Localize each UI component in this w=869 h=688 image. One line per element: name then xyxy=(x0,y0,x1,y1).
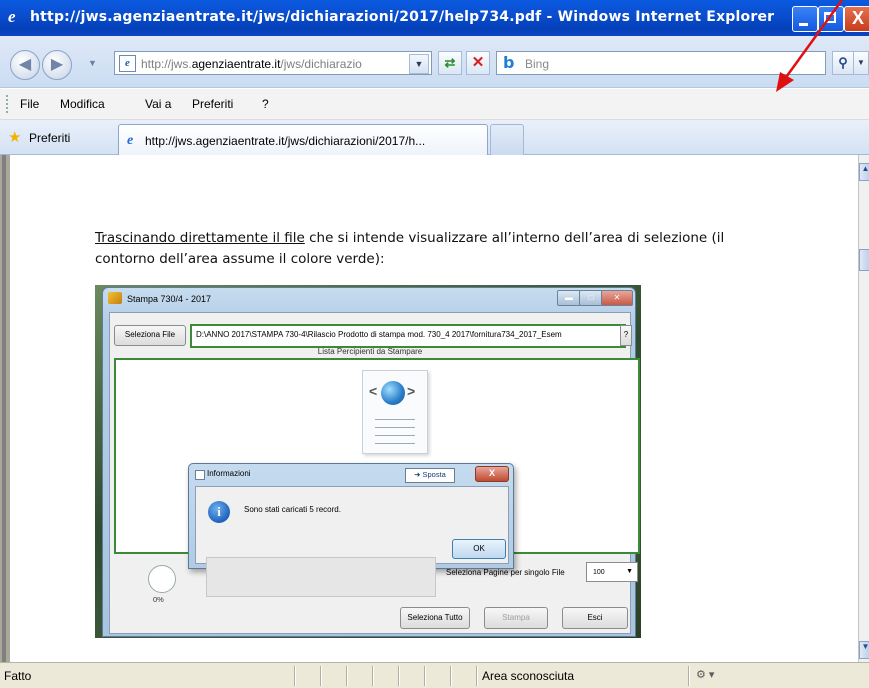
menu-preferiti[interactable]: Preferiti xyxy=(192,97,233,111)
search-options-button[interactable]: ▼ xyxy=(853,51,869,75)
close-icon: X xyxy=(852,8,865,28)
search-box[interactable]: b Bing xyxy=(496,51,826,75)
globe-icon xyxy=(381,381,405,405)
refresh-icon: ⇄ xyxy=(444,55,456,70)
paragraph-underlined: Trascinando direttamente il file xyxy=(95,230,305,246)
menu-help[interactable]: ? xyxy=(262,97,269,111)
dialog-close-button: X xyxy=(475,466,509,482)
pages-select: 100 ▼ xyxy=(586,562,638,582)
back-icon: ◀ xyxy=(18,56,32,73)
forward-icon: ▶ xyxy=(50,56,64,73)
dialog-title: Informazioni xyxy=(207,469,251,478)
new-tab-button[interactable] xyxy=(490,124,524,155)
menu-modifica[interactable]: Modifica xyxy=(60,97,105,111)
embedded-minimize-button: ▬ xyxy=(557,290,581,306)
select-all-button: Seleziona Tutto xyxy=(400,607,470,629)
pages-value: 100 xyxy=(593,569,605,576)
forward-button[interactable]: ▶ xyxy=(42,50,72,80)
move-button: ➜ Sposta xyxy=(405,468,455,483)
file-path-field: D:\ANNO 2017\STAMPA 730-4\Rilascio Prodo… xyxy=(190,324,626,348)
print-button: Stampa xyxy=(484,607,548,629)
dialog-body: i Sono stati caricati 5 record. OK xyxy=(195,486,509,564)
navigation-bar: ◀ ▶ ▼ e http://jws.agenziaentrate.it/jws… xyxy=(0,36,869,88)
embedded-window-title: Stampa 730/4 - 2017 xyxy=(127,294,212,304)
embedded-window: Stampa 730/4 - 2017 ▬ □ ✕ Seleziona File… xyxy=(102,287,640,637)
url-domain: agenziaentrate.it xyxy=(191,57,281,71)
minimize-button[interactable] xyxy=(792,6,818,32)
chevron-down-icon: ▼ xyxy=(626,568,633,575)
search-input[interactable]: Bing xyxy=(525,57,549,71)
scroll-down-button[interactable]: ▼ xyxy=(859,641,869,659)
progress-text: 0% xyxy=(153,595,164,604)
chevron-down-icon: ▼ xyxy=(857,58,865,67)
address-bar[interactable]: e http://jws.agenziaentrate.it/jws/dichi… xyxy=(114,51,432,75)
info-dialog: Informazioni ➜ Sposta X i Sono stati car… xyxy=(188,463,514,569)
ie-icon: e xyxy=(127,133,134,148)
menu-bar: File Modifica Vai a Preferiti ? xyxy=(0,89,869,120)
url-prefix: http://jws. xyxy=(141,57,192,71)
app-icon xyxy=(108,292,122,304)
web-document-icon: < > xyxy=(362,370,428,454)
pages-label: Seleziona Pagine per singolo File xyxy=(446,568,565,577)
embedded-screenshot: Stampa 730/4 - 2017 ▬ □ ✕ Seleziona File… xyxy=(95,285,641,638)
tab-label: http://jws.agenziaentrate.it/jws/dichiar… xyxy=(145,134,426,148)
embedded-maximize-button: □ xyxy=(579,290,603,306)
recent-pages-dropdown[interactable]: ▼ xyxy=(88,58,97,68)
url-path: /jws/dichiarazio xyxy=(280,57,362,71)
maximize-button[interactable] xyxy=(818,6,844,32)
address-dropdown-button[interactable]: ▼ xyxy=(409,54,429,74)
status-bar: Fatto Area sconosciuta ⚙ ▾ xyxy=(0,662,869,688)
instruction-paragraph: Trascinando direttamente il file che si … xyxy=(95,228,775,270)
refresh-button[interactable]: ⇄ xyxy=(438,51,462,75)
search-button[interactable]: ⚲ xyxy=(832,51,854,75)
menu-file[interactable]: File xyxy=(20,97,39,111)
menu-vai-a[interactable]: Vai a xyxy=(145,97,171,111)
favorites-button[interactable]: Preferiti xyxy=(29,131,70,145)
embedded-close-button: ✕ xyxy=(601,290,633,306)
security-zone: Area sconosciuta xyxy=(482,669,575,683)
info-icon: i xyxy=(208,501,230,523)
exit-button: Esci xyxy=(562,607,628,629)
star-icon: ★ xyxy=(8,129,22,146)
stop-icon: ✕ xyxy=(471,54,485,71)
embedded-window-body: Seleziona File D:\ANNO 2017\STAMPA 730-4… xyxy=(109,312,640,634)
log-area xyxy=(206,557,436,597)
zoom-button[interactable]: ⚙ ▾ xyxy=(696,668,714,681)
dialog-app-icon xyxy=(195,470,205,480)
back-button[interactable]: ◀ xyxy=(10,50,40,80)
address-input[interactable]: http://jws.agenziaentrate.it/jws/dichiar… xyxy=(141,57,395,71)
search-icon: ⚲ xyxy=(838,55,848,70)
scroll-up-button[interactable]: ▲ xyxy=(859,163,869,181)
vertical-scrollbar[interactable]: ▲ ▼ xyxy=(858,155,869,662)
frame-border-inner xyxy=(2,155,6,662)
progress-circle xyxy=(148,565,176,593)
window-title: http://jws.agenziaentrate.it/jws/dichiar… xyxy=(30,9,775,25)
tab-active[interactable]: e http://jws.agenziaentrate.it/jws/dichi… xyxy=(118,124,488,155)
bing-icon: b xyxy=(503,53,515,72)
ie-page-icon: e xyxy=(119,55,136,72)
page-content: Trascinando direttamente il file che si … xyxy=(10,155,858,662)
ok-button: OK xyxy=(452,539,506,559)
close-button[interactable]: X xyxy=(844,6,869,32)
title-bar: e http://jws.agenziaentrate.it/jws/dichi… xyxy=(0,0,869,36)
favorites-bar: ★ Preferiti e http://jws.agenziaentrate.… xyxy=(0,120,869,155)
help-button: ? xyxy=(620,325,632,346)
select-file-button: Seleziona File xyxy=(114,325,186,346)
scroll-thumb[interactable] xyxy=(859,249,869,271)
stop-button[interactable]: ✕ xyxy=(466,51,490,75)
status-text: Fatto xyxy=(4,669,32,683)
list-title: Lista Percipienti da Stampare xyxy=(317,347,423,356)
dialog-message: Sono stati caricati 5 record. xyxy=(244,505,341,514)
ie-icon: e xyxy=(8,7,16,26)
menu-grip xyxy=(6,95,10,113)
